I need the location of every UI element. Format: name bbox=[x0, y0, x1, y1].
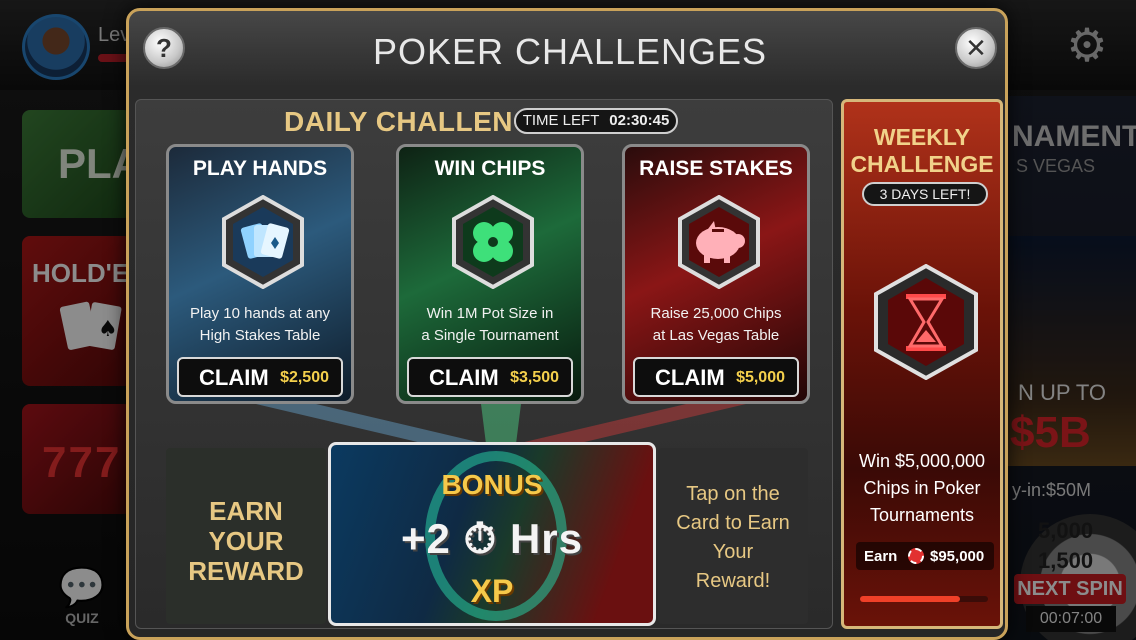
earn-label: Earn bbox=[864, 548, 898, 565]
help-button[interactable]: ? bbox=[143, 27, 185, 69]
earn-your-reward-text: EARN YOUR REWARD bbox=[166, 496, 326, 586]
weekly-challenge-title: WEEKLY CHALLENGE bbox=[844, 124, 1000, 178]
time-left-value: 02:30:45 bbox=[609, 112, 670, 129]
bonus-xp-label: XP bbox=[470, 573, 514, 609]
days-left-pill: 3 DAYS LEFT! bbox=[862, 182, 988, 206]
chip-icon bbox=[908, 548, 924, 564]
tap-card-text: Tap on the Card to Earn Your Reward! bbox=[658, 480, 808, 596]
modal-title: POKER CHALLENGES bbox=[372, 31, 768, 72]
card-description-line: Play 10 hands at any bbox=[189, 305, 331, 322]
weekly-description-line: Chips in Poker bbox=[863, 478, 981, 498]
earn-reward-line: YOUR bbox=[208, 526, 284, 556]
hourglass-icon bbox=[874, 264, 978, 380]
claim-reward: $5,000 bbox=[736, 369, 785, 386]
weekly-earn-pill: Earn $95,000 bbox=[856, 542, 994, 570]
card-description: Raise 25,000 Chips at Las Vegas Table bbox=[625, 303, 807, 347]
card-description-line: High Stakes Table bbox=[199, 327, 321, 344]
piggy-bank-icon bbox=[678, 195, 760, 289]
claim-label: CLAIM bbox=[429, 365, 499, 390]
earn-amount: $95,000 bbox=[930, 548, 985, 565]
poker-challenges-modal: POKER CHALLENGES ? ✕ DAILY CHALLENGE TIM… bbox=[126, 8, 1008, 640]
weekly-description-line: Tournaments bbox=[869, 505, 975, 525]
claim-label: CLAIM bbox=[199, 365, 269, 390]
daily-challenge-panel: DAILY CHALLENGE TIME LEFT 02:30:45 PLAY … bbox=[135, 99, 833, 629]
tap-text-line: Card to Earn bbox=[676, 512, 790, 534]
challenge-card-raise-stakes[interactable]: RAISE STAKES Raise 25,000 Chips at Las V… bbox=[622, 144, 810, 404]
clover-icon bbox=[452, 195, 534, 289]
time-left-pill: TIME LEFT 02:30:45 bbox=[514, 108, 678, 134]
card-title: WIN CHIPS bbox=[434, 157, 546, 180]
claim-button[interactable]: CLAIM $3,500 bbox=[407, 357, 573, 397]
bonus-hours: +2 ⏱ Hrs bbox=[400, 515, 584, 562]
claim-reward: $3,500 bbox=[510, 369, 559, 386]
card-description-line: at Las Vegas Table bbox=[652, 327, 780, 344]
card-description-line: Win 1M Pot Size in bbox=[426, 305, 554, 322]
card-description: Play 10 hands at any High Stakes Table bbox=[169, 303, 351, 347]
claim-button[interactable]: CLAIM $2,500 bbox=[177, 357, 343, 397]
earn-your-reward-panel: EARN YOUR REWARD bbox=[166, 448, 326, 624]
time-left-label: TIME LEFT bbox=[522, 112, 600, 129]
close-button[interactable]: ✕ bbox=[955, 27, 997, 69]
card-description-line: a Single Tournament bbox=[421, 327, 559, 344]
weekly-progress-fill bbox=[860, 596, 960, 602]
earn-reward-line: EARN bbox=[209, 496, 283, 526]
card-description: Win 1M Pot Size in a Single Tournament bbox=[399, 303, 581, 347]
bonus-xp-card[interactable]: BONUS +2 ⏱ Hrs XP bbox=[328, 442, 656, 626]
weekly-title-line: CHALLENGE bbox=[850, 151, 994, 177]
weekly-progress-bar bbox=[860, 596, 988, 602]
tap-text-line: Your bbox=[712, 541, 754, 563]
card-title: PLAY HANDS bbox=[192, 157, 328, 180]
bonus-label: BONUS bbox=[441, 469, 543, 500]
claim-reward: $2,500 bbox=[280, 369, 329, 386]
claim-button[interactable]: CLAIM $5,000 bbox=[633, 357, 799, 397]
weekly-description: Win $5,000,000 Chips in Poker Tournament… bbox=[844, 448, 1000, 529]
tap-card-panel: Tap on the Card to Earn Your Reward! bbox=[658, 448, 808, 624]
weekly-title-line: WEEKLY bbox=[873, 124, 971, 150]
card-title: RAISE STAKES bbox=[639, 157, 793, 180]
weekly-challenge-panel[interactable]: WEEKLY CHALLENGE 3 DAYS LEFT! Win $5,000… bbox=[841, 99, 1003, 629]
challenge-card-play-hands[interactable]: PLAY HANDS Play 10 hands at any High Sta… bbox=[166, 144, 354, 404]
light-beams bbox=[256, 404, 746, 444]
card-description-line: Raise 25,000 Chips bbox=[650, 305, 782, 322]
weekly-description-line: Win $5,000,000 bbox=[858, 451, 986, 471]
claim-label: CLAIM bbox=[655, 365, 725, 390]
challenge-card-win-chips[interactable]: WIN CHIPS Win 1M Pot Size in a Single To… bbox=[396, 144, 584, 404]
tap-text-line: Tap on the bbox=[686, 483, 780, 505]
earn-reward-line: REWARD bbox=[188, 556, 304, 586]
cards-icon bbox=[222, 195, 304, 289]
tap-text-line: Reward! bbox=[695, 570, 771, 592]
